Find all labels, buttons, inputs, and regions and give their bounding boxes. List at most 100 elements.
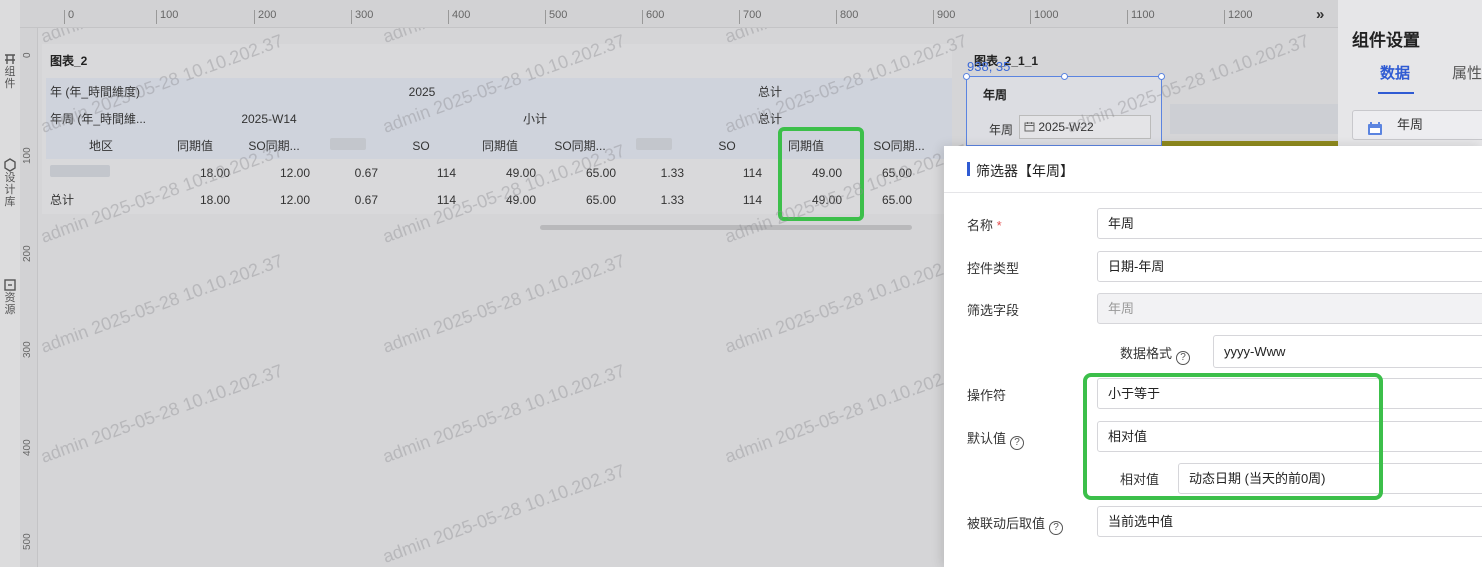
year-header-row: 年 (年_時間維度) 2025 总计 [46, 78, 952, 105]
resize-handle[interactable] [963, 73, 970, 80]
dialog-title: 筛选器【年周】 [976, 163, 1074, 179]
sidebar-item-label: 组件 [4, 66, 16, 90]
left-toolbar: 组件 设计库 资源 [0, 0, 20, 567]
table-cell: 65.00 [585, 192, 616, 207]
table-cell: 1.33 [660, 192, 684, 207]
default-value-label: 默认值? [967, 428, 1025, 450]
ruler-tick: 200 [22, 245, 33, 262]
ruler-tick: 300 [351, 10, 373, 24]
watermark: admin 2025-05-28 10.10.202.37 [38, 360, 286, 467]
table-cell: 65.00 [585, 165, 616, 180]
ruler-tick: 600 [642, 10, 664, 24]
measure-header-blurred [314, 132, 382, 159]
help-icon[interactable]: ? [1049, 521, 1064, 535]
table-cell: 18.00 [199, 192, 230, 207]
filter-field-input: 年周 [1097, 293, 1482, 324]
sidebar-item-resources[interactable]: 资源 [0, 278, 20, 316]
filter-widget-title: 年周 [983, 88, 1008, 102]
required-marker: * [996, 218, 1002, 233]
ruler-tick: 1000 [1030, 10, 1058, 24]
measure-header: 同期值 [156, 132, 234, 159]
help-icon[interactable]: ? [1176, 351, 1191, 365]
resize-handle[interactable] [1061, 73, 1068, 80]
vertical-ruler: 0 100 200 300 400 500 [20, 28, 38, 567]
table-cell: 114 [742, 192, 762, 207]
panel-title: 组件设置 [1352, 31, 1420, 50]
week-picker-input[interactable]: 2025-W22 [1019, 115, 1151, 139]
measure-header: SO同期... [234, 132, 314, 159]
active-tab-indicator [1378, 92, 1414, 94]
subtotal-header: 小计 [382, 105, 688, 132]
measure-header: 同期值 [460, 132, 540, 159]
ruler-tick: 800 [836, 10, 858, 24]
table-cell: 114 [436, 192, 456, 207]
linked-value-select[interactable]: 当前选中值 [1097, 506, 1482, 537]
week-filter-widget[interactable]: 年周 年周 2025-W22 [963, 73, 1165, 146]
week-picker-value: 2025-W22 [1038, 120, 1094, 134]
ruler-tick: 400 [22, 439, 33, 456]
table-cell: 114 [436, 165, 456, 180]
measure-header-blurred [620, 132, 688, 159]
table-horizontal-scrollbar[interactable] [540, 225, 912, 230]
ruler-tick: 0 [22, 52, 33, 58]
operator-label: 操作符 [967, 388, 1007, 403]
ruler-tick: 400 [448, 10, 470, 24]
linked-value-label: 被联动后取值? [967, 513, 1064, 535]
position-readout: 938, 35 [967, 59, 1011, 74]
watermark: admin 2025-05-28 10.10.202.37 [38, 250, 286, 357]
ruler-tick: 1200 [1224, 10, 1252, 24]
table-cell: 0.67 [354, 192, 378, 207]
ruler-tick: 700 [739, 10, 761, 24]
help-icon[interactable]: ? [1010, 436, 1025, 450]
data-format-label: 数据格式? [1120, 343, 1191, 365]
horizontal-ruler: 0 100 200 300 400 500 600 700 800 900 10… [20, 0, 1338, 28]
resize-handle[interactable] [1158, 73, 1165, 80]
table-cell: 1.33 [660, 165, 684, 180]
ruler-tick: 200 [254, 10, 276, 24]
name-input[interactable]: 年周 [1097, 208, 1482, 239]
measure-header: SO [688, 132, 766, 159]
watermark: admin 2025-05-28 10.10.202.37 [722, 250, 970, 357]
ruler-tick: 500 [22, 533, 33, 550]
blurred-content [1170, 104, 1338, 134]
measure-header: SO同期... [540, 132, 620, 159]
watermark: admin 2025-05-28 10.10.202.37 [380, 360, 628, 467]
table-cell: 12.00 [279, 165, 310, 180]
sidebar-item-components[interactable]: 组件 [0, 52, 20, 90]
filter-settings-dialog: 筛选器【年周】 名称 * 年周 控件类型 日期-年周 筛选字段 年周 数据格式?… [944, 146, 1482, 567]
name-label: 名称 * [967, 218, 1002, 233]
region-header: 地区 [46, 132, 156, 159]
year-header: 2025 [156, 78, 688, 105]
tab-data[interactable]: 数据 [1380, 62, 1410, 83]
data-format-input[interactable]: yyyy-Www [1213, 335, 1482, 368]
tab-properties[interactable]: 属性 [1452, 62, 1482, 83]
total-header: 总计 [688, 78, 952, 105]
collapse-panel-icon[interactable]: » [1316, 6, 1324, 23]
sidebar-item-label: 设计库 [4, 172, 16, 208]
sidebar-item-design-library[interactable]: 设计库 [0, 158, 20, 208]
dialog-header: 筛选器【年周】 [944, 146, 1482, 193]
ruler-tick: 100 [22, 147, 33, 164]
bound-field-item[interactable]: 年周 [1352, 110, 1482, 140]
table-cell: 114 [742, 165, 762, 180]
filter-field-label: 筛选字段 [967, 303, 1020, 318]
control-type-label: 控件类型 [967, 261, 1020, 276]
ruler-tick: 900 [933, 10, 955, 24]
ruler-tick: 300 [22, 341, 33, 358]
resource-icon [0, 278, 20, 292]
region-cell-blurred [46, 159, 156, 186]
ruler-tick: 1100 [1127, 10, 1155, 24]
control-type-select[interactable]: 日期-年周 [1097, 251, 1482, 282]
table-cell: 18.00 [199, 165, 230, 180]
ruler-tick: 500 [545, 10, 567, 24]
watermark: admin 2025-05-28 10.10.202.37 [380, 460, 628, 567]
row-header-label: 年 (年_時間維度) [46, 78, 156, 105]
calendar-icon [1367, 118, 1383, 146]
highlight-box-table-column [778, 127, 864, 221]
table-cell: 49.00 [505, 192, 536, 207]
measure-header: SO [382, 132, 460, 159]
bound-field-label: 年周 [1397, 117, 1424, 132]
table-cell: 49.00 [505, 165, 536, 180]
calendar-icon [1024, 120, 1038, 134]
sidebar-item-label: 资源 [4, 292, 16, 316]
